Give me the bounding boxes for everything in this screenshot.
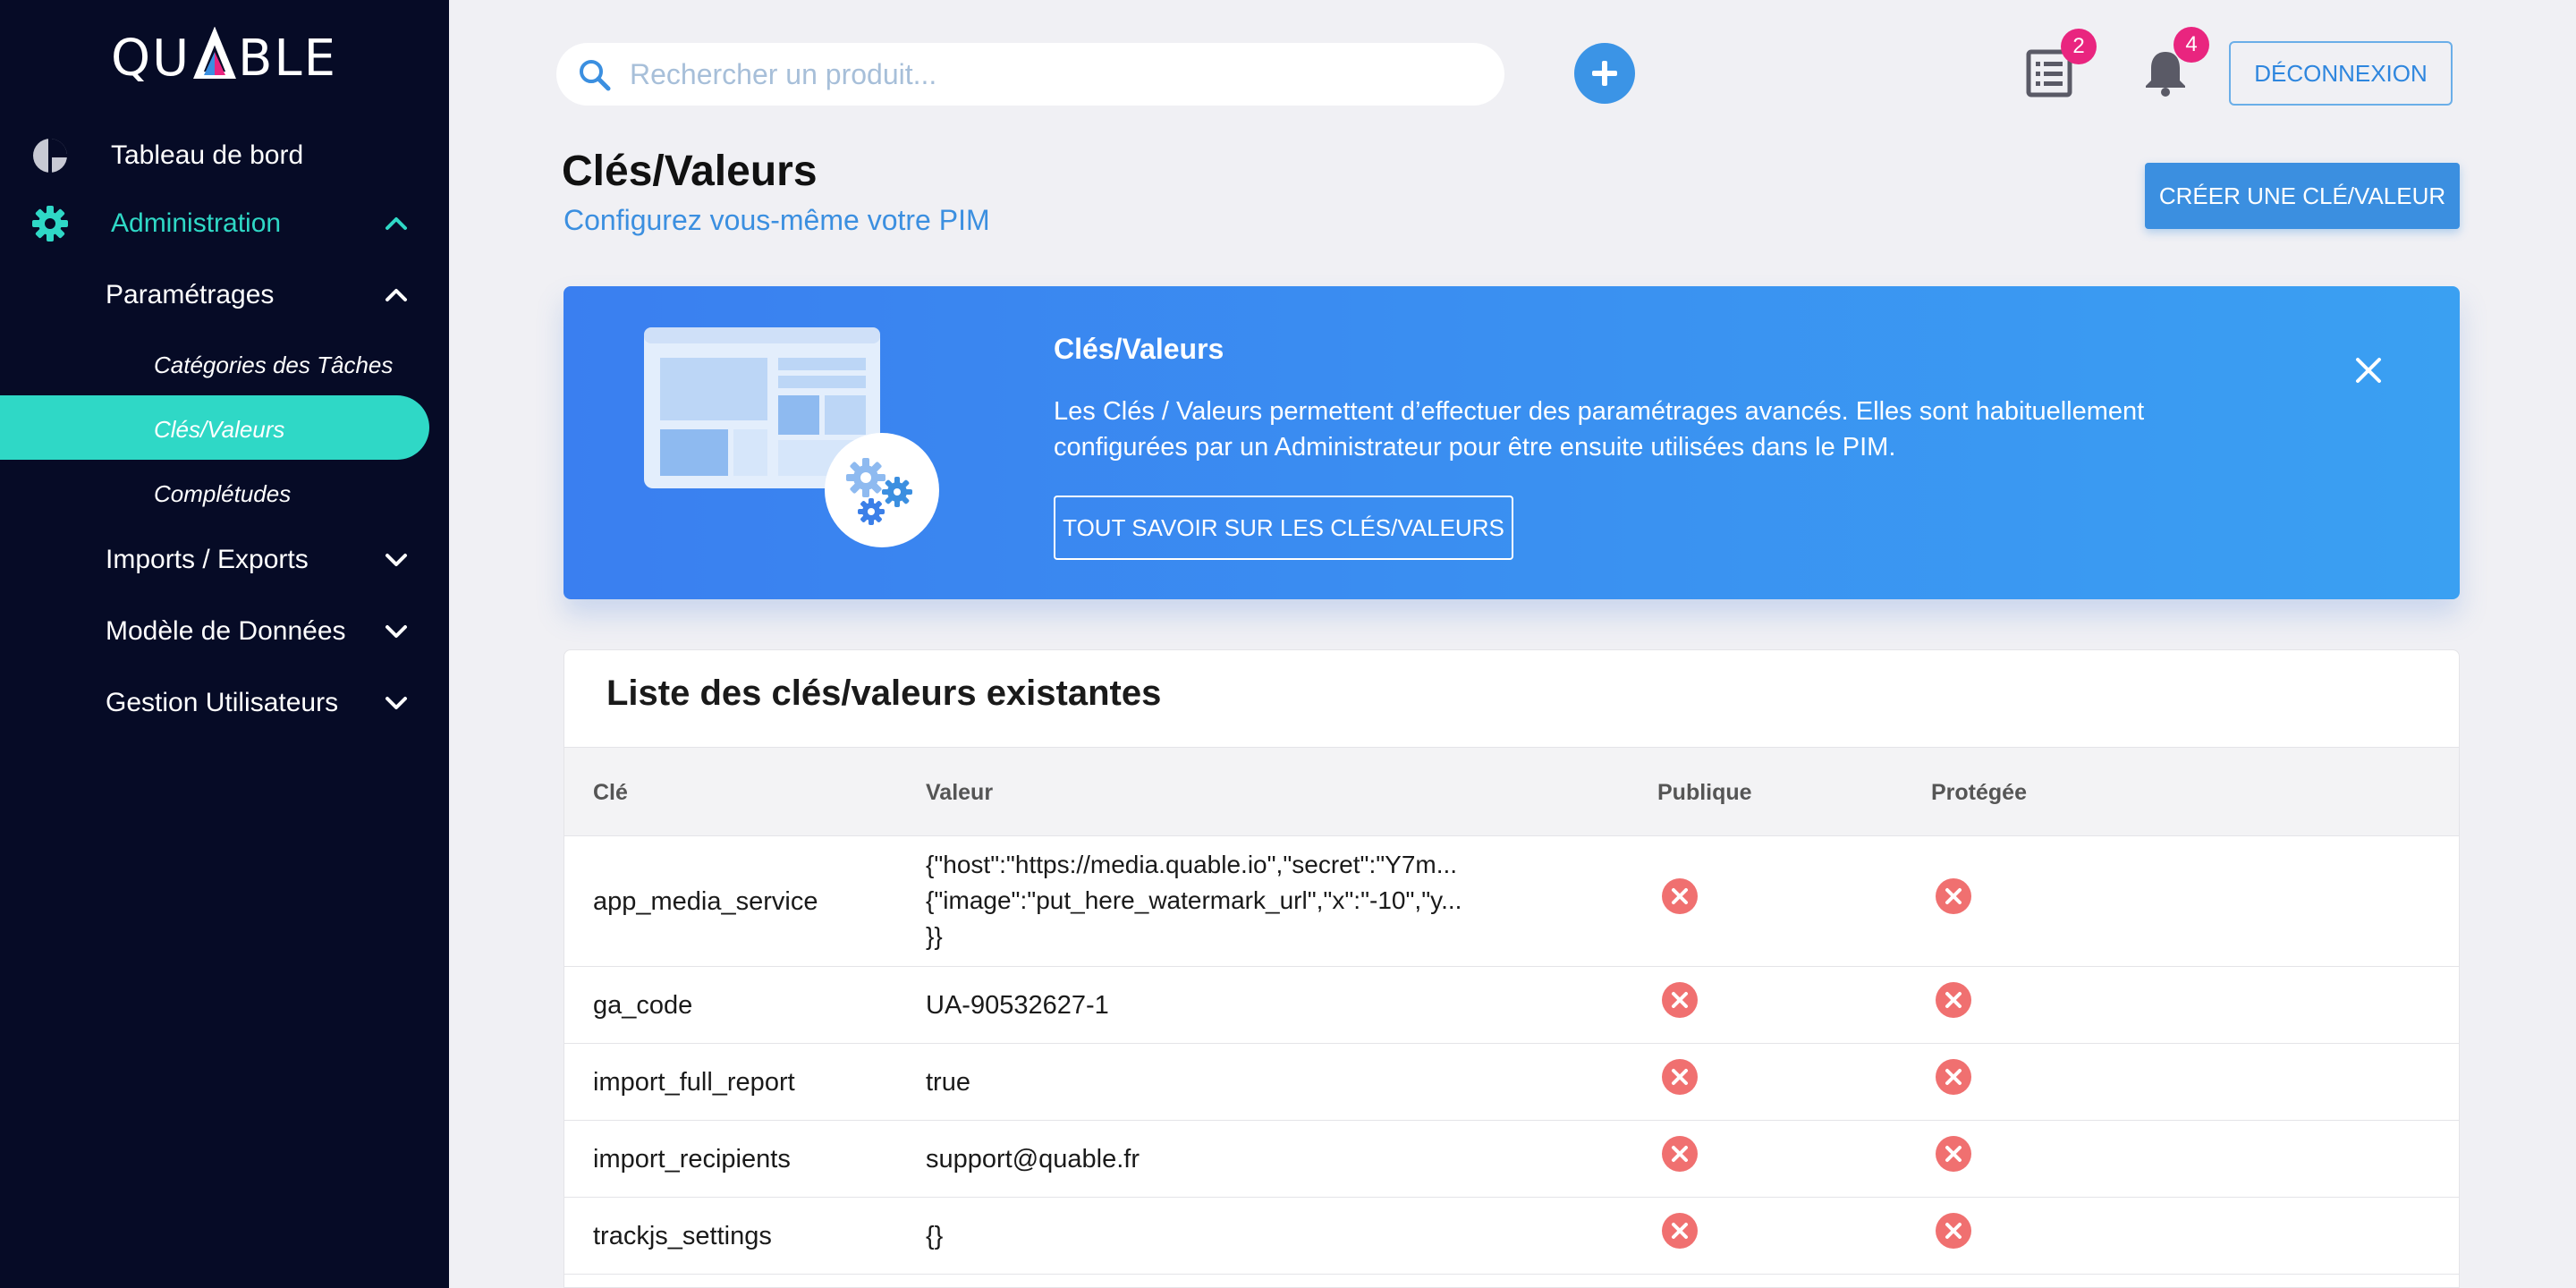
nav-imports-exports[interactable]: Imports / Exports [106, 531, 449, 589]
false-status-icon [1662, 1136, 1698, 1172]
nav-cles-valeurs[interactable]: Clés/Valeurs [154, 401, 284, 458]
false-status-icon [1936, 1059, 1971, 1095]
row-key: import_full_report [593, 1067, 795, 1097]
nav-modele-donnees[interactable]: Modèle de Données [106, 603, 449, 660]
banner-description: Les Clés / Valeurs permettent d’effectue… [1054, 397, 2145, 462]
column-header-value[interactable]: Valeur [926, 748, 993, 837]
search-bar [556, 43, 1504, 106]
nav-dashboard-label: Tableau de bord [111, 140, 304, 170]
row-value: UA-90532627-1 [926, 990, 1109, 1020]
nav-administration[interactable]: Administration [0, 195, 449, 252]
nav-users-label: Gestion Utilisateurs [106, 688, 339, 717]
sidebar: QU BLE Tableau de bord Administration Pa… [0, 0, 449, 1288]
table-row[interactable]: import_full_report true [564, 1044, 2459, 1121]
false-status-icon [1662, 1059, 1698, 1095]
nav-categories-taches[interactable]: Catégories des Tâches [154, 336, 393, 394]
table-row[interactable]: import_recipients support@quable.fr [564, 1121, 2459, 1198]
table-title: Liste des clés/valeurs existantes [606, 674, 1162, 713]
gear-icon [32, 206, 68, 242]
svg-text:BLE: BLE [238, 30, 337, 86]
plus-icon [1592, 61, 1617, 86]
row-value: support@quable.fr [926, 1144, 1140, 1174]
learn-more-button[interactable]: TOUT SAVOIR SUR LES CLÉS/VALEURS [1054, 496, 1513, 560]
nav-dashboard[interactable]: Tableau de bord [0, 127, 449, 184]
false-status-icon [1662, 982, 1698, 1018]
nav-administration-label: Administration [111, 208, 282, 238]
chevron-down-icon[interactable] [381, 616, 411, 647]
false-status-icon [1936, 1213, 1971, 1249]
nav-gestion-utilisateurs[interactable]: Gestion Utilisateurs [106, 674, 449, 732]
page-subtitle: Configurez vous-même votre PIM [564, 204, 990, 236]
row-value: true [926, 1067, 970, 1097]
row-key: app_media_service [593, 886, 818, 916]
create-key-value-button[interactable]: CRÉER UNE CLÉ/VALEUR [2145, 163, 2460, 229]
search-input[interactable] [630, 52, 1470, 97]
key-value-list-card: Liste des clés/valeurs existantes Clé Va… [564, 649, 2460, 1288]
nav-imports-exports-label: Imports / Exports [106, 545, 309, 574]
notifications-badge: 4 [2174, 27, 2209, 63]
row-value: {} [926, 1221, 944, 1250]
quable-logo[interactable]: QU BLE [111, 26, 340, 88]
chevron-down-icon[interactable] [381, 545, 411, 575]
chevron-down-icon[interactable] [381, 688, 411, 718]
false-status-icon [1662, 878, 1698, 914]
false-status-icon [1936, 878, 1971, 914]
table-row[interactable]: trackjs_settings {} [564, 1198, 2459, 1275]
logout-button[interactable]: DÉCONNEXION [2229, 41, 2453, 106]
table-row[interactable]: ga_code UA-90532627-1 [564, 967, 2459, 1044]
nav-categories-label: Catégories des Tâches [154, 351, 394, 378]
false-status-icon [1936, 982, 1971, 1018]
row-value: {"host":"https://media.quable.io","secre… [926, 851, 1462, 950]
banner-title: Clés/Valeurs [1054, 333, 1224, 365]
nav-completudes[interactable]: Complétudes [154, 465, 291, 522]
table-row[interactable]: app_media_service {"host":"https://media… [564, 836, 2459, 967]
info-banner: Clés/Valeurs Les Clés / Valeurs permette… [564, 286, 2460, 599]
tasks-badge: 2 [2061, 29, 2097, 64]
row-key: ga_code [593, 990, 693, 1020]
row-key: import_recipients [593, 1144, 791, 1174]
pie-chart-icon [33, 139, 67, 173]
nav-parametrages[interactable]: Paramétrages [106, 267, 449, 324]
close-icon[interactable] [2352, 354, 2385, 386]
nav-completudes-label: Complétudes [154, 479, 292, 507]
svg-text:QU: QU [111, 30, 191, 86]
table-header: Clé Valeur Publique Protégée [564, 747, 2459, 837]
row-key: trackjs_settings [593, 1221, 772, 1250]
false-status-icon [1662, 1213, 1698, 1249]
nav-cles-valeurs-label: Clés/Valeurs [154, 415, 285, 443]
false-status-icon [1936, 1136, 1971, 1172]
chevron-up-icon[interactable] [381, 280, 411, 310]
search-icon [580, 60, 611, 91]
add-product-button[interactable] [1574, 43, 1635, 104]
chevron-up-icon[interactable] [381, 208, 411, 239]
column-header-public[interactable]: Publique [1657, 748, 1752, 837]
nav-parametrages-label: Paramétrages [106, 280, 275, 309]
column-header-key[interactable]: Clé [593, 748, 628, 837]
column-header-protected[interactable]: Protégée [1931, 748, 2027, 837]
nav-modele-label: Modèle de Données [106, 616, 346, 646]
page-title: Clés/Valeurs [562, 148, 818, 195]
settings-illustration-icon [644, 327, 939, 547]
